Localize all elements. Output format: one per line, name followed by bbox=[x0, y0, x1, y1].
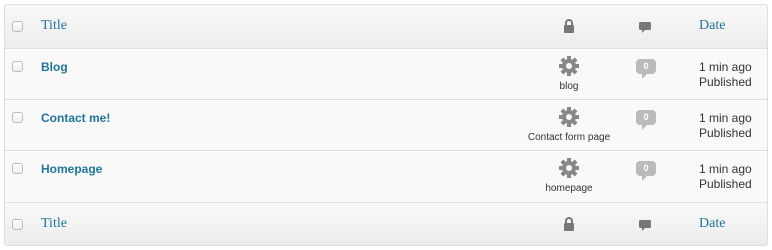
table-row: Homepage homepage 0 1 min ago Published bbox=[5, 151, 767, 202]
template-cell: Contact form page bbox=[507, 106, 631, 148]
comment-count-bubble[interactable]: 0 bbox=[636, 161, 656, 183]
date-status: Published bbox=[699, 177, 752, 191]
date-time-ago: 1 min ago bbox=[699, 162, 752, 176]
date-cell: 1 min ago Published bbox=[699, 60, 752, 90]
gear-icon[interactable] bbox=[558, 106, 580, 128]
sort-title-footer[interactable]: Title bbox=[41, 216, 67, 232]
select-all-checkbox[interactable] bbox=[12, 21, 23, 32]
lock-icon bbox=[564, 217, 574, 231]
pages-list-table: Title Date Blog blog 0 1 min ago Publish… bbox=[4, 4, 768, 246]
comment-count: 0 bbox=[636, 59, 656, 74]
sort-date-footer[interactable]: Date bbox=[699, 216, 725, 232]
bubble-tail bbox=[642, 176, 647, 181]
comment-count: 0 bbox=[636, 110, 656, 125]
gear-icon[interactable] bbox=[558, 157, 580, 179]
template-label: Contact form page bbox=[527, 132, 611, 143]
template-cell: blog bbox=[507, 55, 631, 97]
comment-count-bubble[interactable]: 0 bbox=[636, 59, 656, 81]
date-time-ago: 1 min ago bbox=[699, 60, 752, 74]
template-label: homepage bbox=[545, 183, 593, 194]
table-row: Blog blog 0 1 min ago Published bbox=[5, 49, 767, 100]
bubble-tail bbox=[642, 74, 647, 79]
sort-date-header[interactable]: Date bbox=[699, 18, 725, 34]
date-status: Published bbox=[699, 126, 752, 140]
table-footer-row: Title Date bbox=[5, 202, 767, 245]
page-title-link[interactable]: Blog bbox=[41, 60, 68, 74]
table-row: Contact me! Contact form page 0 1 min ag… bbox=[5, 100, 767, 151]
select-all-checkbox-footer[interactable] bbox=[12, 219, 23, 230]
comment-count: 0 bbox=[636, 161, 656, 176]
row-checkbox[interactable] bbox=[12, 163, 23, 174]
template-label: blog bbox=[559, 81, 579, 92]
gear-icon[interactable] bbox=[558, 55, 580, 77]
comment-count-bubble[interactable]: 0 bbox=[636, 110, 656, 132]
page-title-link[interactable]: Contact me! bbox=[41, 111, 110, 125]
row-checkbox[interactable] bbox=[12, 112, 23, 123]
template-cell: homepage bbox=[507, 157, 631, 199]
page-title-link[interactable]: Homepage bbox=[41, 162, 102, 176]
comments-column-icon bbox=[639, 22, 651, 33]
table-header-row: Title Date bbox=[5, 5, 767, 49]
sort-title-header[interactable]: Title bbox=[41, 18, 67, 34]
bubble-tail bbox=[642, 125, 647, 130]
comments-column-icon bbox=[639, 220, 651, 231]
date-time-ago: 1 min ago bbox=[699, 111, 752, 125]
date-status: Published bbox=[699, 75, 752, 89]
row-checkbox[interactable] bbox=[12, 61, 23, 72]
date-cell: 1 min ago Published bbox=[699, 162, 752, 192]
lock-icon bbox=[564, 19, 574, 33]
date-cell: 1 min ago Published bbox=[699, 111, 752, 141]
